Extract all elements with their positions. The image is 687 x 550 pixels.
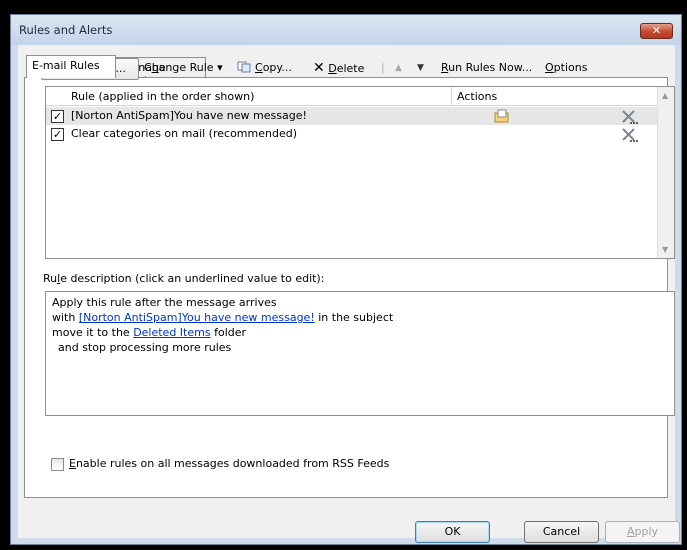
rule-enabled-checkbox[interactable]: ✓ xyxy=(51,128,64,141)
check-icon: ✓ xyxy=(52,128,63,141)
cancel-button[interactable]: Cancel xyxy=(524,521,599,543)
rules-and-alerts-window: Rules and Alerts ✕ E-mail Rules Manage A… xyxy=(10,14,682,545)
apply-button[interactable]: Apply xyxy=(605,521,680,543)
rule-description-label: Rule description (click an underlined va… xyxy=(43,272,324,285)
window-title: Rules and Alerts xyxy=(19,23,113,37)
column-header-rule[interactable]: Rule (applied in the order shown) xyxy=(46,87,452,106)
delete-button[interactable]: ✕ Delete xyxy=(313,58,364,80)
rules-list-scrollbar[interactable]: ▲ ▼ xyxy=(657,87,674,258)
rule-description-box: Apply this rule after the message arrive… xyxy=(45,291,675,416)
ok-button[interactable]: OK xyxy=(415,521,490,543)
separator: | xyxy=(381,61,385,74)
scroll-down-icon[interactable]: ▼ xyxy=(662,245,668,254)
delete-key: D xyxy=(328,62,337,75)
description-text: move it to the xyxy=(52,326,134,339)
rule-name: Clear categories on mail (recommended) xyxy=(71,127,297,140)
rule-settings-icon[interactable] xyxy=(620,108,638,125)
column-header-actions[interactable]: Actions xyxy=(452,87,658,106)
tab-email-rules[interactable]: E-mail Rules xyxy=(26,55,116,78)
description-text: in the subject xyxy=(314,311,394,324)
options-label: ptions xyxy=(553,61,588,74)
rule-name: [Norton AntiSpam]You have new message! xyxy=(71,109,307,122)
rss-rules-text: nable rules on all messages downloaded f… xyxy=(75,457,390,470)
delete-icon: ✕ xyxy=(313,60,325,76)
copy-button[interactable]: Copy... xyxy=(237,58,292,80)
delete-label: elete xyxy=(336,62,365,75)
description-line: with [Norton AntiSpam]You have new messa… xyxy=(52,310,668,325)
chevron-down-icon: ▾ xyxy=(217,61,223,74)
move-down-button[interactable]: ▼ xyxy=(417,58,424,80)
rule-description-label-pre: Ru xyxy=(43,272,58,285)
change-rule-button[interactable]: Change Rule ▾ xyxy=(144,58,223,80)
description-text: folder xyxy=(210,326,247,339)
change-rule-pre: C xyxy=(144,61,152,74)
close-icon: ✕ xyxy=(651,24,662,37)
rss-rules-key: E xyxy=(69,457,76,470)
scroll-up-icon[interactable]: ▲ xyxy=(662,91,668,100)
change-rule-label: ange Rule xyxy=(158,61,214,74)
rule-description-label-rest: e description (click an underlined value… xyxy=(60,272,325,285)
move-up-button[interactable]: ▲ xyxy=(395,58,402,80)
rules-list[interactable]: Rule (applied in the order shown) Action… xyxy=(45,86,675,259)
options-key: O xyxy=(545,61,554,74)
table-row[interactable]: ✓ Clear categories on mail (recommended) xyxy=(46,125,658,143)
description-text: with xyxy=(52,311,79,324)
check-icon: ✓ xyxy=(52,110,63,123)
apply-key: A xyxy=(626,525,635,538)
move-down-icon: ▼ xyxy=(417,63,424,73)
change-rule-key: h xyxy=(151,61,159,74)
run-rules-label: un Rules Now... xyxy=(448,61,533,74)
copy-label: opy... xyxy=(262,61,292,74)
subject-value-link[interactable]: [Norton AntiSpam]You have new message! xyxy=(79,311,315,324)
rule-settings-icon[interactable] xyxy=(620,126,638,143)
run-rules-now-button[interactable]: Run Rules Now... xyxy=(441,58,532,80)
rule-enabled-checkbox[interactable]: ✓ xyxy=(51,110,64,123)
tab-email-rules-label: E-mail Rules xyxy=(32,59,100,72)
move-up-icon: ▲ xyxy=(395,63,402,73)
close-button[interactable]: ✕ xyxy=(640,23,673,39)
rss-rules-label: Enable rules on all messages downloaded … xyxy=(69,457,389,470)
description-line: Apply this rule after the message arrive… xyxy=(52,296,277,309)
options-button[interactable]: Options xyxy=(545,58,587,80)
copy-key: C xyxy=(255,61,263,74)
folder-value-link[interactable]: Deleted Items xyxy=(133,326,210,339)
description-line: move it to the Deleted Items folder xyxy=(52,325,668,340)
description-line: and stop processing more rules xyxy=(58,341,232,354)
copy-icon xyxy=(237,61,251,73)
rules-toolbar: New Rule... Change Rule ▾ Copy... ✕ Dele… xyxy=(41,58,651,82)
rss-rules-checkbox[interactable] xyxy=(51,458,64,471)
title-bar[interactable]: Rules and Alerts ✕ xyxy=(11,15,681,45)
move-to-folder-icon xyxy=(494,109,509,123)
apply-label: pply xyxy=(634,525,659,538)
rules-list-header: Rule (applied in the order shown) Action… xyxy=(46,87,658,106)
table-row[interactable]: ✓ [Norton AntiSpam]You have new message! xyxy=(46,107,658,125)
